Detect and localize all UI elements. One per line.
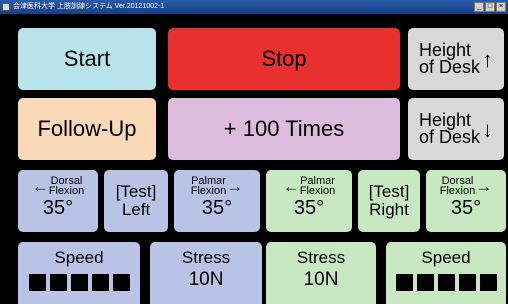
- left-speed-label: Speed: [54, 248, 104, 267]
- right-palmar-line2: Flexion: [299, 185, 336, 197]
- follow-up-label: Follow-Up: [37, 116, 137, 141]
- speed-level-square: [395, 274, 413, 291]
- speed-level-square: [91, 274, 109, 291]
- speed-level-square: [458, 274, 476, 291]
- maximize-button[interactable]: □: [485, 2, 495, 12]
- speed-level-square: [416, 274, 434, 291]
- test-right-button[interactable]: [Test] Right: [358, 170, 420, 232]
- test-left-line1: [Test]: [115, 182, 157, 201]
- test-right-line1: [Test]: [368, 182, 410, 201]
- left-speed-panel[interactable]: Speed: [18, 242, 140, 304]
- arrow-right-icon: →: [226, 176, 244, 196]
- left-palmar-line2: Flexion: [190, 185, 227, 197]
- left-speed-level: [28, 274, 130, 291]
- speed-level-square: [112, 274, 130, 291]
- app-icon: [2, 3, 10, 11]
- test-left-button[interactable]: [Test] Left: [104, 170, 168, 232]
- stop-button[interactable]: Stop: [168, 28, 400, 90]
- arrow-right-icon: →: [475, 176, 493, 196]
- close-button[interactable]: ×: [496, 2, 506, 12]
- arrow-down-icon: ↓: [482, 116, 494, 142]
- right-speed-panel[interactable]: Speed: [386, 242, 506, 304]
- arrow-up-icon: ↑: [482, 46, 494, 72]
- follow-up-button[interactable]: Follow-Up: [18, 98, 156, 160]
- plus-100-times-button[interactable]: + 100 Times: [168, 98, 400, 160]
- left-palmar-flexion-button[interactable]: Palmar Flexion → 35°: [174, 170, 260, 232]
- left-dorsal-line2: Flexion: [48, 185, 85, 197]
- window-title: 会津医科大学 上肢訓練システム Ver.20121002-1: [13, 3, 165, 10]
- speed-level-square: [70, 274, 88, 291]
- desk-up-line2: of Desk: [418, 57, 481, 77]
- test-right-line2: Right: [369, 200, 409, 219]
- plus-100-times-label: + 100 Times: [223, 116, 345, 141]
- desk-down-line2: of Desk: [418, 127, 481, 147]
- speed-level-square: [437, 274, 455, 291]
- arrow-left-icon: ←: [31, 176, 49, 196]
- right-dorsal-degree: 35°: [450, 197, 482, 219]
- right-palmar-flexion-button[interactable]: ← Palmar Flexion 35°: [266, 170, 352, 232]
- left-dorsal-flexion-button[interactable]: ← Dorsal Flexion 35°: [18, 170, 98, 232]
- right-stress-panel[interactable]: Stress 10N: [266, 242, 376, 304]
- right-dorsal-line2: Flexion: [439, 185, 476, 197]
- right-speed-label: Speed: [421, 248, 471, 267]
- speed-level-square: [479, 274, 497, 291]
- title-bar: 会津医科大学 上肢訓練システム Ver.20121002-1 _ □ ×: [0, 0, 508, 14]
- minimize-button[interactable]: _: [474, 2, 484, 12]
- desk-height-down-button[interactable]: Height of Desk ↓: [408, 98, 504, 160]
- right-dorsal-flexion-button[interactable]: Dorsal Flexion → 35°: [426, 170, 506, 232]
- start-button[interactable]: Start: [18, 28, 156, 90]
- left-stress-label: Stress: [181, 248, 231, 267]
- desk-height-up-button[interactable]: Height of Desk ↑: [408, 28, 504, 90]
- speed-level-square: [49, 274, 67, 291]
- left-dorsal-degree: 35°: [42, 197, 74, 219]
- right-speed-level: [395, 274, 497, 291]
- stop-label: Stop: [261, 46, 307, 71]
- test-left-line2: Left: [121, 200, 151, 219]
- right-palmar-degree: 35°: [293, 197, 325, 219]
- arrow-left-icon: ←: [282, 176, 300, 196]
- right-stress-value: 10N: [303, 269, 339, 290]
- right-stress-label: Stress: [296, 248, 346, 267]
- start-label: Start: [63, 46, 111, 71]
- left-stress-panel[interactable]: Stress 10N: [150, 242, 262, 304]
- speed-level-square: [28, 274, 46, 291]
- window-controls: _ □ ×: [474, 2, 506, 12]
- left-stress-value: 10N: [188, 269, 224, 290]
- left-palmar-degree: 35°: [201, 197, 233, 219]
